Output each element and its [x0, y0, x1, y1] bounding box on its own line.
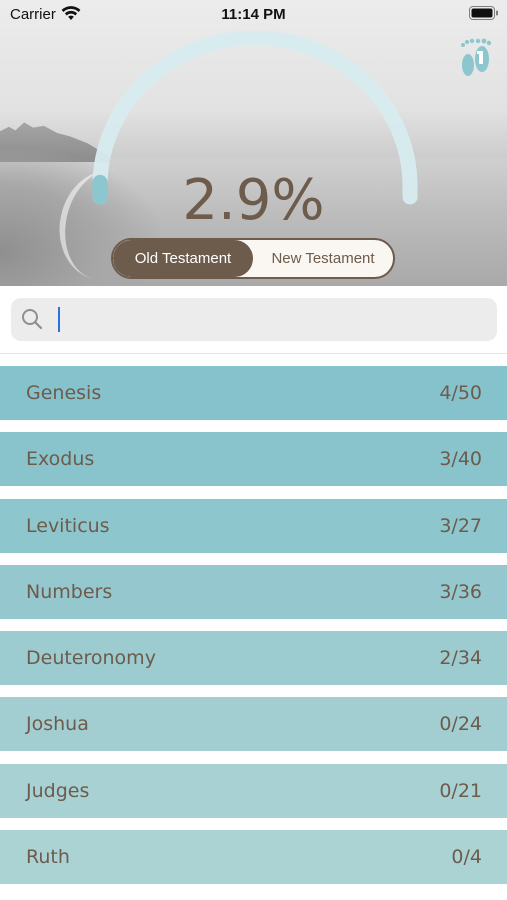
- book-list: Genesis 4/50 Exodus 3/40 Leviticus 3/27 …: [0, 366, 507, 896]
- book-name: Genesis: [26, 382, 102, 404]
- book-chapter-progress: 0/24: [439, 713, 482, 736]
- book-chapter-progress: 4/50: [439, 382, 482, 404]
- book-name: Joshua: [26, 713, 89, 736]
- book-name: Ruth: [26, 846, 70, 869]
- book-name: Judges: [26, 779, 90, 802]
- text-caret: [58, 307, 60, 332]
- book-row-judges[interactable]: Judges 0/21: [0, 763, 507, 818]
- book-row-genesis[interactable]: Genesis 4/50: [0, 366, 507, 420]
- book-name: Numbers: [26, 580, 113, 603]
- tab-old-testament[interactable]: Old Testament: [113, 240, 253, 277]
- progress-percent: 2.9%: [182, 168, 325, 233]
- book-chapter-progress: 0/21: [439, 779, 482, 802]
- book-row-deuteronomy[interactable]: Deuteronomy 2/34: [0, 631, 507, 686]
- book-chapter-progress: 2/34: [439, 647, 482, 670]
- footprints-icon: [461, 38, 492, 76]
- book-chapter-progress: 3/36: [439, 580, 482, 603]
- book-row-ruth[interactable]: Ruth 0/4: [0, 830, 507, 885]
- book-row-leviticus[interactable]: Leviticus 3/27: [0, 498, 507, 553]
- book-row-joshua[interactable]: Joshua 0/24: [0, 697, 507, 752]
- book-name: Exodus: [26, 448, 95, 471]
- search-bar: [0, 286, 507, 354]
- search-input[interactable]: [49, 304, 489, 335]
- book-chapter-progress: 3/40: [439, 448, 482, 471]
- book-row-exodus[interactable]: Exodus 3/40: [0, 432, 507, 487]
- book-name: Deuteronomy: [26, 647, 156, 670]
- testament-segmented-control: Old Testament New Testament: [111, 238, 395, 279]
- search-icon: [21, 308, 43, 335]
- tab-new-testament[interactable]: New Testament: [253, 240, 393, 277]
- book-name: Leviticus: [26, 514, 110, 537]
- footprints-button[interactable]: [458, 35, 498, 81]
- hero-banner: Carrier 11:14 PM 2.9% Old Testament New …: [0, 0, 507, 286]
- book-chapter-progress: 3/27: [439, 514, 482, 537]
- book-chapter-progress: 0/4: [451, 846, 482, 869]
- book-row-numbers[interactable]: Numbers 3/36: [0, 564, 507, 619]
- search-field[interactable]: [11, 298, 497, 341]
